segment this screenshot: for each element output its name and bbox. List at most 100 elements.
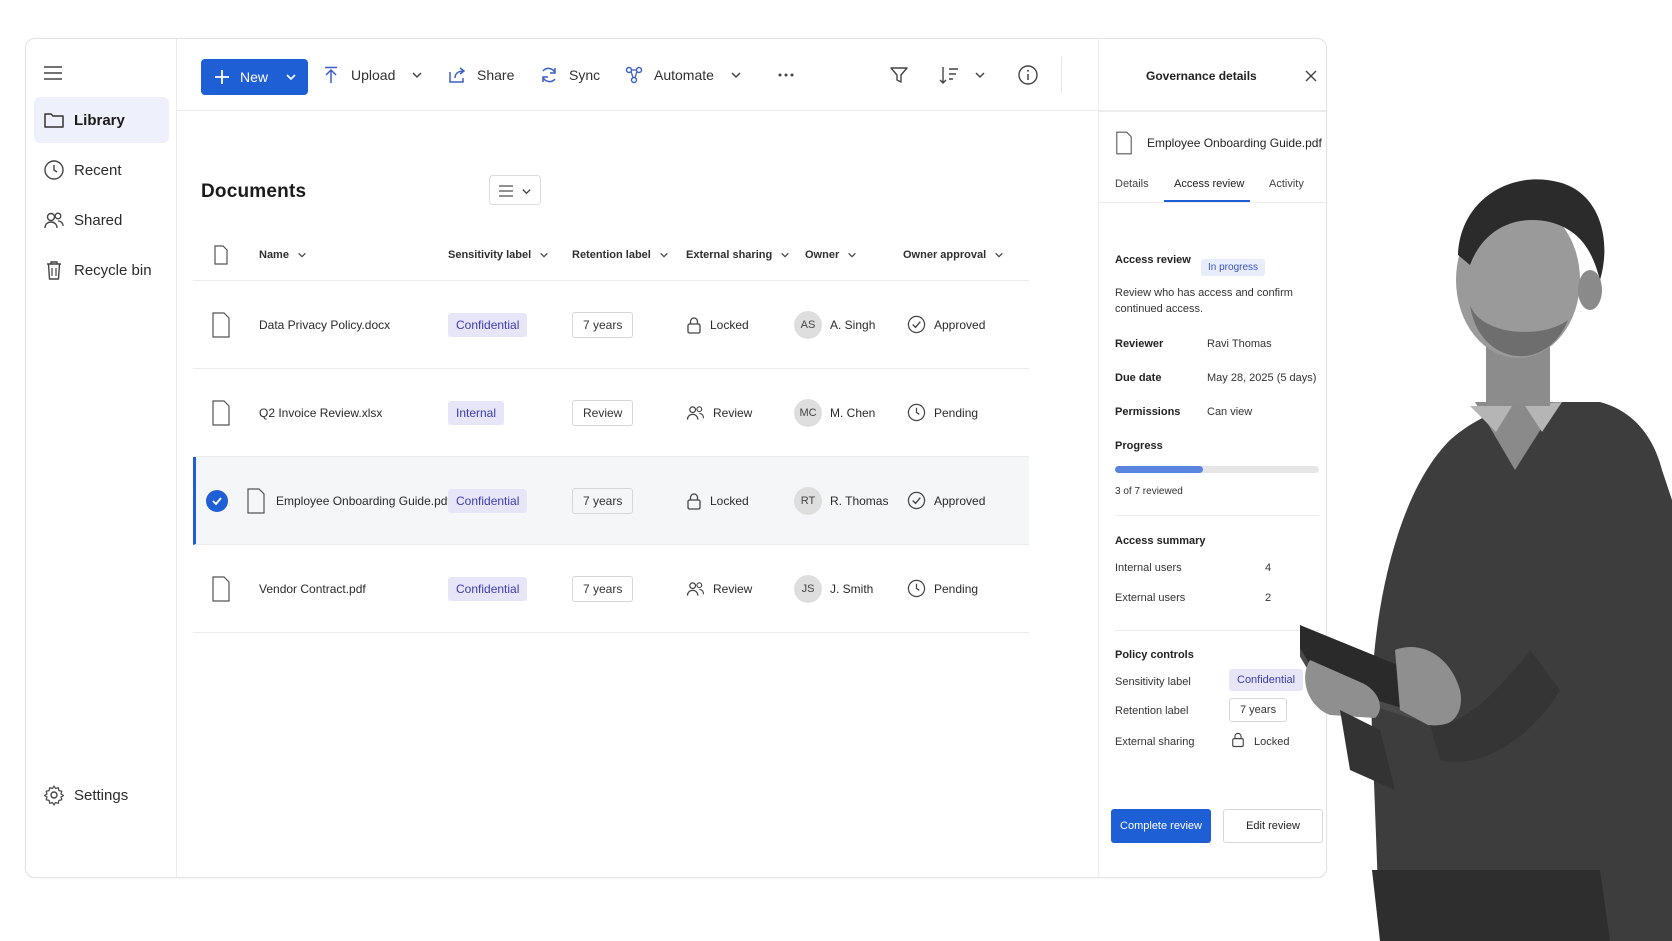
external-sharing-value: Locked <box>1254 736 1290 748</box>
complete-review-button[interactable]: Complete review <box>1111 809 1211 843</box>
chevron-down-icon <box>848 252 857 258</box>
filter-button[interactable] <box>889 57 909 93</box>
column-header-name[interactable]: Name <box>259 249 307 261</box>
info-icon <box>1018 65 1038 85</box>
info-button[interactable] <box>1017 57 1039 93</box>
section-title-access-review: Access review <box>1115 254 1191 266</box>
filter-icon <box>890 67 908 83</box>
panel-file-header: Employee Onboarding Guide.pdf <box>1115 131 1322 155</box>
file-name[interactable]: Vendor Contract.pdf <box>259 582 366 596</box>
more-options-button[interactable] <box>777 57 795 93</box>
sharing-status: Review <box>713 581 753 596</box>
table-row[interactable]: Vendor Contract.pdf Confidential 7 years… <box>193 545 1029 633</box>
chevron-down-icon[interactable] <box>730 69 742 81</box>
panel-title: Governance details <box>1146 69 1257 83</box>
more-icon <box>778 73 794 77</box>
automate-button[interactable]: Automate <box>624 57 742 93</box>
app-window: Library Recent Shared Recycle bin Settin… <box>25 38 1327 878</box>
sidebar-item-recent[interactable]: Recent <box>34 147 169 193</box>
approval-status: Pending <box>934 581 979 596</box>
sync-button[interactable]: Sync <box>539 57 600 93</box>
sensitivity-badge: Confidential <box>448 488 528 513</box>
reviewer-label: Reviewer <box>1115 338 1164 350</box>
column-header-approval[interactable]: Owner approval <box>903 249 1004 261</box>
sidebar-item-settings[interactable]: Settings <box>34 772 169 818</box>
tab-activity[interactable]: Activity <box>1269 178 1304 190</box>
sidebar-item-library[interactable]: Library <box>34 97 169 143</box>
access-summary-title: Access summary <box>1115 535 1206 547</box>
gear-icon <box>43 785 65 806</box>
chevron-down-icon <box>522 189 531 195</box>
owner-name: M. Chen <box>830 405 876 420</box>
internal-users-label: Internal users <box>1115 562 1182 574</box>
progress-text: 3 of 7 reviewed <box>1115 486 1183 497</box>
chevron-down-icon[interactable] <box>411 69 423 81</box>
file-name[interactable]: Data Privacy Policy.docx <box>259 318 390 332</box>
file-name[interactable]: Q2 Invoice Review.xlsx <box>259 406 382 420</box>
page-title: Documents <box>201 181 307 202</box>
upload-icon <box>325 66 337 83</box>
panel-file-name: Employee Onboarding Guide.pdf <box>1147 136 1322 150</box>
new-button-label: New <box>240 69 269 85</box>
status-badge: In progress <box>1201 259 1266 276</box>
tab-details[interactable]: Details <box>1115 178 1149 190</box>
sidebar-item-recycle-bin[interactable]: Recycle bin <box>34 247 169 293</box>
checkmark-icon <box>212 496 222 505</box>
share-button[interactable]: Share <box>447 57 514 93</box>
permissions-value: Can view <box>1207 406 1253 418</box>
retention-badge: Review <box>572 399 634 426</box>
external-sharing-label: External sharing <box>1115 736 1195 748</box>
row-checkbox-checked[interactable] <box>206 489 228 512</box>
reviewer-value: Ravi Thomas <box>1207 338 1272 350</box>
column-header-retention[interactable]: Retention label <box>572 249 669 261</box>
view-options-button[interactable] <box>489 175 541 205</box>
people-icon <box>44 212 64 229</box>
share-icon <box>449 67 466 83</box>
column-header-sensitivity[interactable]: Sensitivity label <box>448 249 549 261</box>
sort-icon <box>939 67 958 84</box>
retention-label-label: Retention label <box>1115 705 1189 717</box>
chevron-down-icon <box>781 252 789 258</box>
sensitivity-badge: Confidential <box>448 312 528 337</box>
sharing-status: Review <box>713 405 753 420</box>
column-label: Owner approval <box>903 249 987 261</box>
trash-icon <box>47 261 61 280</box>
section-divider <box>1115 630 1319 631</box>
table-row-selected[interactable]: Employee Onboarding Guide.pdf Confidenti… <box>193 457 1029 545</box>
sidebar-item-label: Settings <box>74 786 129 804</box>
tab-access-review[interactable]: Access review <box>1174 178 1244 190</box>
sidebar-item-label: Library <box>74 111 125 129</box>
column-label: External sharing <box>686 249 773 261</box>
table-row[interactable]: Data Privacy Policy.docx Confidential 7 … <box>193 281 1029 369</box>
main-content: New Upload Share Sync Automate Documents… <box>177 39 1326 877</box>
access-review-description: Review who has access and confirm contin… <box>1115 287 1293 315</box>
new-button[interactable]: New <box>201 59 308 95</box>
avatar: RT <box>794 486 822 515</box>
lock-icon <box>1232 732 1244 748</box>
file-type-icon <box>214 245 228 265</box>
sidebar-item-label: Recent <box>74 161 122 179</box>
column-header-owner[interactable]: Owner <box>805 249 857 261</box>
column-header-sharing[interactable]: External sharing <box>686 249 790 261</box>
avatar: JS <box>794 574 822 603</box>
toolbar-divider <box>1061 57 1062 93</box>
hamburger-menu-icon[interactable] <box>42 63 64 83</box>
sidebar-item-label: Recycle bin <box>74 261 152 279</box>
retention-badge: 7 years <box>572 487 634 514</box>
permissions-label: Permissions <box>1115 406 1181 418</box>
active-tab-indicator <box>1164 200 1250 202</box>
upload-button[interactable]: Upload <box>321 57 423 93</box>
sidebar: Library Recent Shared Recycle bin Settin… <box>26 39 177 877</box>
chevron-down-icon[interactable] <box>974 69 986 81</box>
share-label: Share <box>477 67 515 83</box>
file-name[interactable]: Employee Onboarding Guide.pdf <box>276 494 451 508</box>
sidebar-item-shared[interactable]: Shared <box>34 197 169 243</box>
folder-icon <box>44 113 64 128</box>
table-row[interactable]: Q2 Invoice Review.xlsx Internal Review R… <box>193 369 1029 457</box>
sharing-status: Locked <box>710 493 749 508</box>
document-icon <box>212 575 230 602</box>
owner-name: J. Smith <box>830 581 874 596</box>
close-icon[interactable] <box>1305 70 1317 82</box>
sort-button[interactable] <box>938 57 986 93</box>
external-users-count: 2 <box>1265 592 1272 604</box>
